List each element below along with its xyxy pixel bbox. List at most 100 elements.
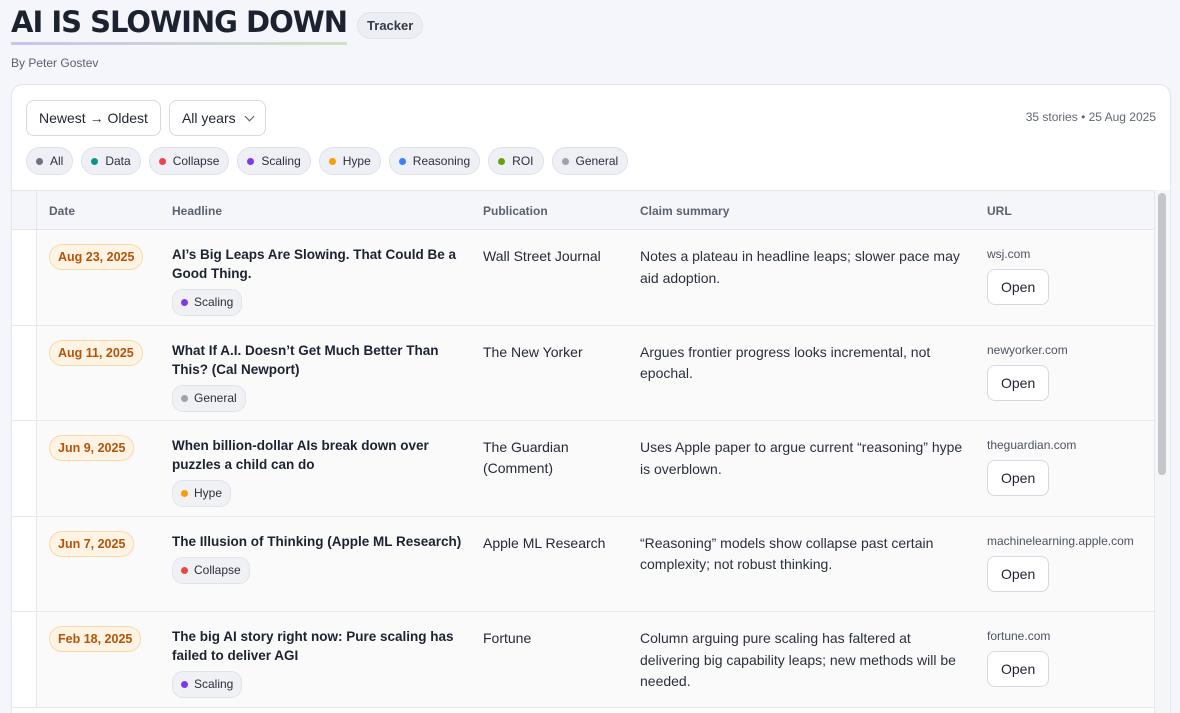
filter-chip-data[interactable]: Data — [81, 147, 141, 175]
chevron-down-icon — [244, 111, 255, 121]
category-tag[interactable]: Scaling — [172, 671, 243, 698]
stories-meta: 35 stories • 25 Aug 2025 — [1025, 110, 1156, 124]
category-tag-label: Scaling — [194, 677, 234, 691]
sort-label: Newest → Oldest — [39, 110, 148, 126]
stories-card: Newest → Oldest All years 35 stories • 2… — [11, 84, 1171, 713]
category-dot-icon — [181, 394, 188, 402]
open-button[interactable]: Open — [987, 460, 1050, 496]
headline-cell: The big AI story right now: Pure scaling… — [172, 627, 472, 698]
table-row: Feb 18, 2025 The big AI story right now: … — [12, 612, 1156, 708]
category-tag[interactable]: Scaling — [172, 289, 243, 316]
row-gutter — [12, 191, 37, 229]
headline-cell: AI’s Big Leaps Are Slowing. That Could B… — [172, 245, 472, 316]
publication-cell: The Guardian (Comment) — [483, 439, 569, 476]
url-domain: newyorker.com — [987, 342, 1068, 357]
category-tag[interactable]: Hype — [172, 480, 232, 507]
filter-chip-label: Scaling — [261, 154, 301, 168]
category-tag[interactable]: General — [172, 384, 246, 412]
filter-chip-reasoning[interactable]: Reasoning — [388, 147, 481, 175]
category-dot-icon — [181, 490, 188, 497]
row-gutter — [12, 325, 37, 420]
column-header-headline[interactable]: Headline — [172, 204, 222, 218]
filter-chip-label: Collapse — [172, 154, 220, 168]
filter-chip-label: Data — [105, 154, 131, 168]
column-header-publication[interactable]: Publication — [483, 204, 548, 218]
headline-text[interactable]: When billion-dollar AIs break down over … — [172, 436, 472, 474]
category-filters: All Data Collapse Scaling Hype Reasoning ROI Ge… — [26, 147, 629, 175]
date-badge: Jun 7, 2025 — [49, 530, 135, 557]
claim-cell: Notes a plateau in headline leaps; slowe… — [640, 248, 960, 286]
category-dot-icon — [181, 299, 188, 306]
category-tag[interactable]: Collapse — [172, 556, 250, 584]
date-badge: Feb 18, 2025 — [49, 626, 142, 652]
url-domain: machinelearning.apple.com — [987, 533, 1134, 548]
url-domain: fortune.com — [987, 629, 1051, 643]
filter-chip-roi[interactable]: ROI — [488, 147, 544, 175]
category-dot-icon — [181, 681, 188, 688]
scrollbar-thumb[interactable] — [1158, 193, 1166, 475]
column-header-claim[interactable]: Claim summary — [640, 204, 729, 218]
filter-chip-label: ROI — [512, 154, 534, 168]
publication-cell: The New Yorker — [483, 343, 583, 360]
row-gutter — [12, 612, 37, 707]
row-gutter — [12, 516, 37, 611]
page-title: AI IS SLOWING DOWN — [11, 4, 348, 45]
date-badge: Aug 11, 2025 — [49, 339, 143, 366]
date-badge: Jun 9, 2025 — [49, 435, 135, 461]
headline-cell: What If A.I. Doesn’t Get Much Better Tha… — [172, 341, 472, 412]
open-button[interactable]: Open — [987, 269, 1050, 305]
url-domain: wsj.com — [987, 247, 1031, 261]
filter-chip-hype[interactable]: Hype — [318, 147, 381, 175]
filter-chip-label: Hype — [342, 154, 371, 168]
publication-cell: Fortune — [483, 630, 532, 646]
sort-button[interactable]: Newest → Oldest — [26, 100, 161, 136]
open-button[interactable]: Open — [987, 651, 1050, 687]
headline-cell: When billion-dollar AIs break down over … — [172, 436, 472, 507]
open-button[interactable]: Open — [987, 364, 1050, 401]
headline-text[interactable]: AI’s Big Leaps Are Slowing. That Could B… — [172, 245, 472, 283]
table-body: Aug 23, 2025 AI’s Big Leaps Are Slowing. … — [12, 230, 1156, 708]
table-row: Jun 9, 2025 When billion-dollar AIs break… — [12, 421, 1156, 517]
category-tag-label: Collapse — [194, 562, 241, 577]
page-header: AI IS SLOWING DOWN Tracker By Peter Gost… — [11, 4, 424, 70]
stories-table: Date Headline Publication Claim summary … — [12, 190, 1156, 713]
controls: Newest → Oldest All years — [26, 100, 266, 136]
year-select-label: All years — [181, 110, 236, 126]
date-badge: Aug 23, 2025 — [49, 244, 144, 270]
filter-chip-general[interactable]: General — [551, 147, 629, 175]
open-button[interactable]: Open — [987, 555, 1050, 592]
filter-chip-scaling[interactable]: Scaling — [237, 147, 311, 175]
filter-chip-label: General — [575, 154, 619, 168]
byline: By Peter Gostev — [11, 56, 99, 70]
category-tag-label: Scaling — [194, 295, 234, 309]
filter-chip-collapse[interactable]: Collapse — [148, 147, 230, 175]
tracker-badge: Tracker — [357, 12, 424, 39]
year-select[interactable]: All years — [168, 100, 266, 136]
filter-chip-all[interactable]: All — [26, 147, 74, 175]
claim-cell: Column arguing pure scaling has faltered… — [640, 630, 956, 689]
headline-text[interactable]: The Illusion of Thinking (Apple ML Resea… — [172, 532, 472, 551]
table-row: Aug 11, 2025 What If A.I. Doesn’t Get Muc… — [12, 325, 1156, 421]
category-dot-icon — [36, 157, 43, 165]
category-dot-icon — [158, 157, 166, 165]
category-dot-icon — [247, 157, 255, 165]
headline-text[interactable]: The big AI story right now: Pure scaling… — [172, 627, 472, 665]
claim-cell: “Reasoning” models show collapse past ce… — [640, 534, 934, 573]
headline-text[interactable]: What If A.I. Doesn’t Get Much Better Tha… — [172, 341, 472, 379]
claim-cell: Uses Apple paper to argue current “reaso… — [640, 439, 963, 477]
table-header: Date Headline Publication Claim summary … — [12, 191, 1156, 230]
category-dot-icon — [91, 157, 99, 165]
category-dot-icon — [181, 566, 188, 574]
table-row: Jun 7, 2025 The Illusion of Thinking (App… — [12, 516, 1156, 612]
row-gutter — [12, 421, 37, 516]
table-row: Aug 23, 2025 AI’s Big Leaps Are Slowing. … — [12, 230, 1156, 326]
publication-cell: Apple ML Research — [483, 534, 606, 551]
column-header-url[interactable]: URL — [987, 204, 1012, 218]
category-tag-label: General — [194, 390, 237, 405]
category-dot-icon — [398, 157, 406, 165]
column-header-date[interactable]: Date — [49, 204, 75, 218]
url-domain: theguardian.com — [987, 438, 1077, 452]
headline-cell: The Illusion of Thinking (Apple ML Resea… — [172, 532, 472, 584]
filter-chip-label: All — [50, 154, 64, 168]
category-dot-icon — [498, 157, 506, 165]
